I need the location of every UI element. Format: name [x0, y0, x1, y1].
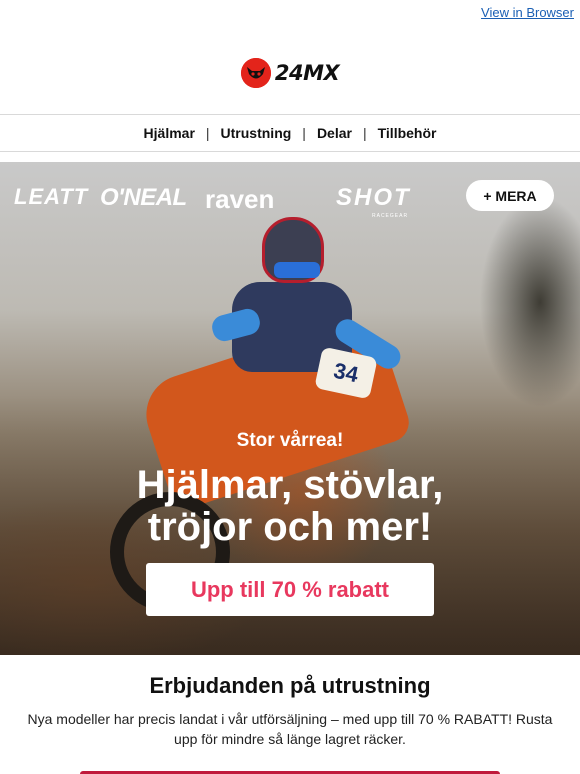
brand-logo-shot[interactable]: SHOT: [336, 184, 411, 212]
rider-goggles: [274, 262, 320, 278]
hero-banner[interactable]: LEATT O'NEAL raven SHOT RACEGEAR + MERA …: [0, 162, 580, 655]
hero-headline-line2: tröjor och mer!: [147, 505, 433, 549]
nav-item-parts[interactable]: Delar: [317, 125, 352, 141]
nav-item-helmets[interactable]: Hjälmar: [144, 125, 195, 141]
logo-text: 24MX: [274, 61, 340, 85]
nav-separator: |: [362, 125, 367, 141]
top-bar: View in Browser: [0, 0, 580, 32]
main-nav: Hjälmar | Utrustning | Delar | Tillbehör: [0, 114, 580, 152]
more-brands-button[interactable]: + MERA: [466, 180, 554, 211]
section-text: Nya modeller har precis landat i vår utf…: [27, 711, 553, 747]
bull-logo-icon: [240, 58, 271, 88]
logo[interactable]: 24MX: [240, 58, 340, 88]
brand-logo-leatt[interactable]: LEATT: [14, 184, 88, 210]
nav-separator: |: [205, 125, 210, 141]
brand-logo-shot-sub: RACEGEAR: [372, 213, 409, 219]
hero-headline-line1: Hjälmar, stövlar,: [136, 463, 444, 507]
hero-headline: Hjälmar, stövlar, tröjor och mer!: [0, 464, 580, 548]
brand-logo-raven[interactable]: raven: [205, 184, 274, 215]
hero-eyebrow: Stor vårrea!: [236, 430, 344, 451]
brand-logo-oneal[interactable]: O'NEAL: [100, 184, 187, 212]
nav-item-gear[interactable]: Utrustning: [221, 125, 292, 141]
logo-area: 24MX: [0, 32, 580, 114]
nav-separator: |: [302, 125, 306, 141]
discount-cta-button[interactable]: Upp till 70 % rabatt: [146, 563, 434, 616]
section-title: Erbjudanden på utrustning: [149, 673, 431, 698]
nav-item-accessories[interactable]: Tillbehör: [378, 125, 437, 141]
view-in-browser-link[interactable]: View in Browser: [481, 5, 574, 20]
